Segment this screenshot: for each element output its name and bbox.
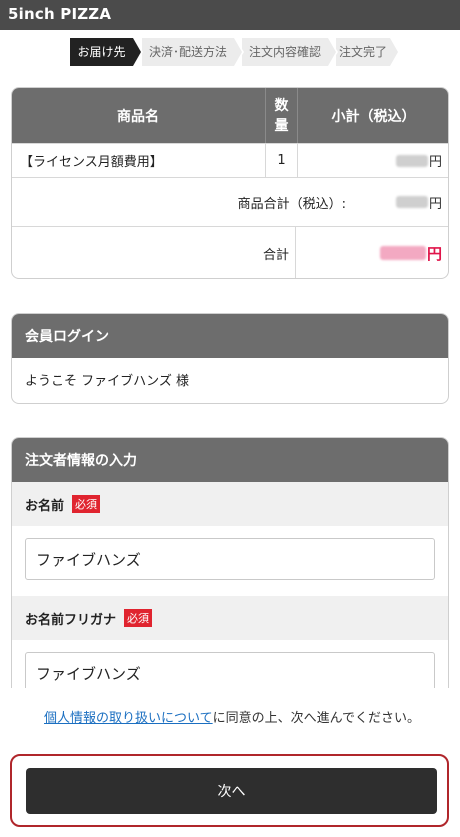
required-badge: 必須 [72,495,101,513]
name-field-wrap [12,526,448,596]
top-header: 5inch PIZZA [0,0,460,30]
next-button-highlight: 次へ [10,754,449,827]
header-product-name: 商品名 [117,108,159,125]
grand-total-value: 円 [297,227,448,278]
item-subtotal: 円 [297,144,448,177]
product-total-row: 商品合計（税込）: 円 [12,177,448,226]
step-complete: 注文完了 [336,38,400,66]
redacted-price [395,154,428,167]
welcome-message: ようこそ ファイブハンズ 様 [25,374,190,389]
privacy-policy-link[interactable]: 個人情報の取り扱いについて [44,711,213,726]
member-login-panel: 会員ログイン ようこそ ファイブハンズ 様 [11,313,449,404]
name-input[interactable] [25,538,435,580]
header-qty-line2: 量 [274,117,289,134]
header-subtotal: 小計（税込） [297,88,448,143]
grand-total-label: 合計 [12,227,296,278]
redacted-price [395,196,428,208]
step-delivery: お届け先 [70,38,143,66]
item-quantity: 1 [265,144,297,177]
checkout-steps: お届け先 決済･配送方法 注文内容確認 注文完了 [70,38,400,66]
next-button[interactable]: 次へ [26,768,437,814]
table-row: 【ライセンス月額費用】 1 円 [12,143,448,177]
customer-info-title: 注文者情報の入力 [12,438,448,482]
kana-field-label: お名前フリガナ 必須 [12,596,448,640]
header-quantity: 数 量 [265,88,297,143]
kana-label-text: お名前フリガナ [25,612,117,628]
name-label-text: お名前 [25,498,65,514]
header-qty-line1: 数 [274,97,289,114]
product-total-value: 円 [352,178,448,226]
step-payment-shipping: 決済･配送方法 [142,38,244,66]
site-title[interactable]: 5inch PIZZA [8,5,111,23]
grand-total-row: 合計 円 [12,226,448,278]
product-total-currency: 円 [428,196,442,212]
redacted-total [379,246,426,260]
item-name: 【ライセンス月額費用】 [20,155,163,170]
bottom-action-bar: 個人情報の取り扱いについてに同意の上、次へ進んでください。 次へ [0,688,460,837]
product-total-label: 商品合計（税込）: [237,196,346,212]
item-currency: 円 [428,155,442,170]
table-header: 商品名 数 量 小計（税込） [12,88,448,143]
required-badge: 必須 [124,609,153,627]
grand-total-currency: 円 [426,244,442,263]
order-summary-table: 商品名 数 量 小計（税込） 【ライセンス月額費用】 1 円 商品合計（税込）:… [11,87,449,279]
name-field-label: お名前 必須 [12,482,448,526]
consent-text: 個人情報の取り扱いについてに同意の上、次へ進んでください。 [20,710,444,728]
member-login-title: 会員ログイン [12,314,448,358]
consent-message: に同意の上、次へ進んでください。 [212,711,420,726]
step-confirm: 注文内容確認 [242,38,338,66]
